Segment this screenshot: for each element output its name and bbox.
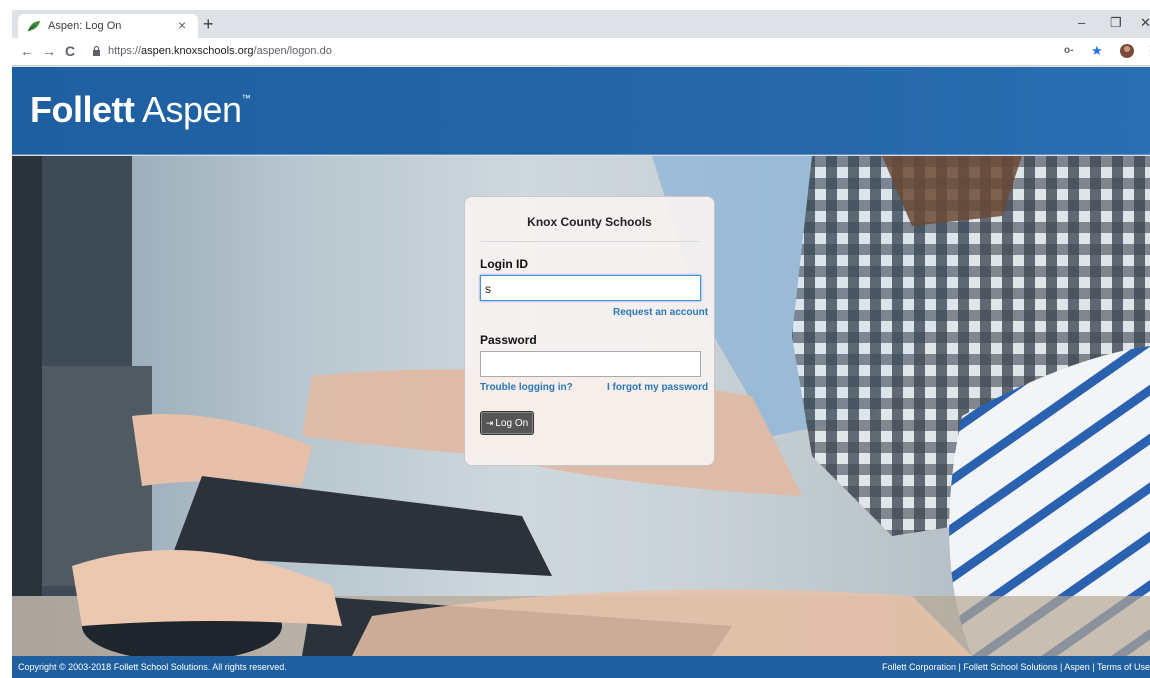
login-id-label: Login ID xyxy=(480,257,528,271)
log-on-label: Log On xyxy=(495,418,529,429)
browser-menu-icon[interactable]: ⋮ xyxy=(1144,43,1150,59)
restore-icon[interactable]: ❐ xyxy=(1110,16,1122,29)
login-id-input[interactable]: s xyxy=(480,275,701,301)
aspen-leaf-icon xyxy=(27,21,40,32)
trouble-logging-in-link[interactable]: Trouble logging in? xyxy=(480,382,573,393)
header-banner: Follett Aspen™ xyxy=(12,67,1150,155)
sign-in-icon: ⇥ xyxy=(485,418,494,428)
log-on-button[interactable]: ⇥ Log On xyxy=(480,411,534,435)
organization-name: Knox County Schools xyxy=(527,215,652,229)
tab-title: Aspen: Log On xyxy=(48,20,122,32)
forward-icon[interactable]: → xyxy=(42,43,56,59)
follett-aspen-logo: Follett Aspen™ xyxy=(30,89,251,130)
bookmark-star-icon[interactable]: ★ xyxy=(1091,43,1103,59)
profile-avatar-icon[interactable] xyxy=(1119,43,1135,59)
browser-window: Aspen: Log On × + – ❐ ✕ ← → C https://as… xyxy=(12,10,1150,678)
reload-icon[interactable]: C xyxy=(65,43,75,59)
address-bar[interactable]: https://aspen.knoxschools.org/aspen/logo… xyxy=(86,41,1066,63)
copyright-text: Copyright © 2003-2018 Follett School Sol… xyxy=(18,662,287,672)
key-icon[interactable]: o- xyxy=(1064,43,1073,59)
request-account-link[interactable]: Request an account xyxy=(613,307,708,318)
forgot-password-link[interactable]: I forgot my password xyxy=(607,382,708,393)
browser-toolbar: ← → C https://aspen.knoxschools.org/aspe… xyxy=(12,38,1150,66)
password-label: Password xyxy=(480,333,537,347)
password-input[interactable] xyxy=(480,351,701,377)
browser-tab[interactable]: Aspen: Log On × xyxy=(18,14,198,38)
new-tab-icon[interactable]: + xyxy=(203,15,214,33)
login-panel: Knox County Schools Login ID s Request a… xyxy=(464,196,715,466)
lock-icon xyxy=(93,45,100,56)
minimize-icon[interactable]: – xyxy=(1078,16,1085,29)
page-footer: Copyright © 2003-2018 Follett School Sol… xyxy=(12,656,1150,678)
back-icon[interactable]: ← xyxy=(20,43,34,59)
divider xyxy=(481,241,699,242)
footer-links[interactable]: Follett Corporation | Follett School Sol… xyxy=(882,662,1150,672)
url-text: https://aspen.knoxschools.org/aspen/logo… xyxy=(108,45,332,57)
tab-close-icon[interactable]: × xyxy=(178,18,186,32)
tab-strip: Aspen: Log On × + – ❐ ✕ xyxy=(12,10,1150,38)
window-close-icon[interactable]: ✕ xyxy=(1140,16,1150,29)
